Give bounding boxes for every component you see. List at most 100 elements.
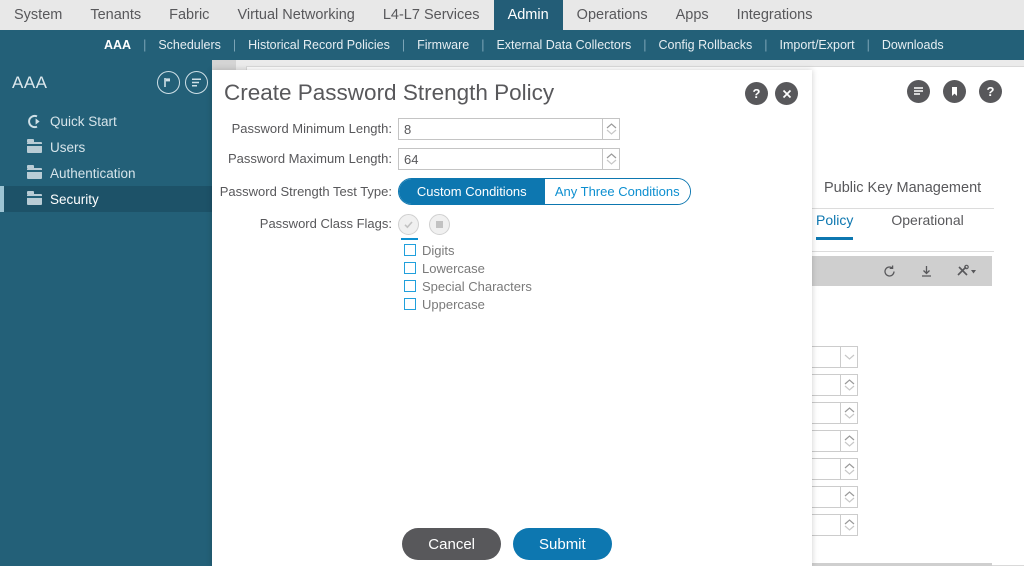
create-password-strength-policy-dialog: Create Password Strength Policy ? Passwo…: [212, 70, 812, 566]
topnav-item-fabric[interactable]: Fabric: [155, 0, 223, 30]
class-flag-row[interactable]: Uppercase: [404, 295, 812, 313]
min-length-input[interactable]: [398, 118, 602, 140]
check-circle-icon[interactable]: [398, 213, 419, 240]
background-spin-buttons[interactable]: [840, 458, 858, 480]
checkbox-label: Digits: [422, 242, 455, 258]
subnav-item-historical-record-policies[interactable]: Historical Record Policies: [248, 38, 390, 52]
sidebar-item-authentication[interactable]: Authentication: [0, 160, 212, 186]
sidebar-item-label: Security: [50, 191, 99, 207]
tools-icon[interactable]: [956, 264, 978, 279]
subnav-separator: |: [866, 38, 870, 52]
refresh-icon[interactable]: [882, 264, 897, 279]
panel-header-icons: ?: [907, 80, 1002, 103]
top-navigation-bar: System Tenants Fabric Virtual Networking L4-…: [0, 0, 1024, 30]
subnav-item-downloads[interactable]: Downloads: [882, 38, 944, 52]
help-icon[interactable]: ?: [745, 82, 768, 105]
topnav-item-virtual-networking[interactable]: Virtual Networking: [223, 0, 368, 30]
max-length-label: Password Maximum Length:: [227, 151, 392, 166]
class-flag-row[interactable]: Special Characters: [404, 277, 812, 295]
tab-policy[interactable]: Policy: [816, 212, 854, 240]
panel-divider-top: [794, 208, 994, 209]
background-spin-buttons[interactable]: [840, 486, 858, 508]
subnav-item-firmware[interactable]: Firmware: [417, 38, 469, 52]
test-type-segmented-control: Custom Conditions Any Three Conditions: [398, 178, 691, 205]
topnav-item-apps[interactable]: Apps: [662, 0, 723, 30]
background-spin-buttons[interactable]: [840, 514, 858, 536]
subnav-separator: |: [481, 38, 485, 52]
panel-title: Public Key Management: [824, 180, 982, 196]
list-filter-icon[interactable]: [185, 71, 208, 94]
background-spin-buttons[interactable]: [840, 430, 858, 452]
background-spin-buttons[interactable]: [840, 402, 858, 424]
topnav-item-system[interactable]: System: [0, 0, 76, 30]
cancel-button[interactable]: Cancel: [402, 528, 501, 560]
note-icon[interactable]: [907, 80, 930, 103]
class-flag-row[interactable]: Lowercase: [404, 259, 812, 277]
subnav-item-schedulers[interactable]: Schedulers: [158, 38, 221, 52]
sidebar-item-label: Quick Start: [50, 113, 117, 129]
subnav-item-config-rollbacks[interactable]: Config Rollbacks: [658, 38, 752, 52]
subnav-item-import-export[interactable]: Import/Export: [780, 38, 855, 52]
max-length-stepper: [398, 148, 620, 170]
panel-tabs: Policy Operational: [816, 212, 964, 240]
background-spin-buttons[interactable]: [840, 374, 858, 396]
panel-toolbar: [794, 256, 992, 286]
checkbox-uppercase[interactable]: [404, 298, 416, 310]
class-flags-label: Password Class Flags:: [259, 216, 392, 231]
left-sidebar: AAA Quick Start Users Authentication Securi…: [0, 60, 212, 566]
subnav-separator: |: [764, 38, 768, 52]
max-length-spin-buttons[interactable]: [602, 148, 620, 170]
topnav-item-operations[interactable]: Operations: [563, 0, 662, 30]
subnav-item-external-data-collectors[interactable]: External Data Collectors: [496, 38, 631, 52]
subnav-separator: |: [643, 38, 647, 52]
checkbox-lowercase[interactable]: [404, 262, 416, 274]
panel-divider-bottom: [794, 251, 994, 252]
sidebar-header-icons: [157, 71, 208, 94]
checkbox-label: Special Characters: [422, 278, 532, 294]
sidebar-header: AAA: [0, 60, 212, 106]
topnav-item-admin[interactable]: Admin: [493, 0, 563, 30]
sidebar-item-security[interactable]: Security: [0, 186, 212, 212]
min-length-stepper: [398, 118, 620, 140]
sidebar-menu: Quick Start Users Authentication Security: [0, 108, 212, 212]
dialog-header-icons: ?: [745, 82, 798, 105]
application-window: System Tenants Fabric Virtual Networking L4-…: [0, 0, 1024, 566]
submit-button[interactable]: Submit: [513, 528, 612, 560]
close-icon[interactable]: [775, 82, 798, 105]
dialog-footer: Cancel Submit: [212, 528, 812, 560]
topnav-item-l4-l7-services[interactable]: L4-L7 Services: [369, 0, 494, 30]
checkbox-label: Uppercase: [422, 296, 485, 312]
navigate-icon[interactable]: [157, 71, 180, 94]
folder-icon: [26, 190, 42, 207]
download-icon[interactable]: [919, 264, 934, 279]
checkbox-label: Lowercase: [422, 260, 485, 276]
sidebar-item-quick-start[interactable]: Quick Start: [0, 108, 212, 134]
tab-operational[interactable]: Operational: [891, 212, 963, 240]
min-length-spin-buttons[interactable]: [602, 118, 620, 140]
test-type-option-custom-conditions[interactable]: Custom Conditions: [399, 179, 545, 204]
sub-navigation-bar: AAA | Schedulers | Historical Record Policie…: [0, 30, 1024, 60]
subnav-separator: |: [401, 38, 406, 52]
sidebar-item-users[interactable]: Users: [0, 134, 212, 160]
topnav-item-integrations[interactable]: Integrations: [723, 0, 827, 30]
dialog-title: Create Password Strength Policy: [224, 80, 555, 105]
max-length-input[interactable]: [398, 148, 602, 170]
bookmark-icon[interactable]: [943, 80, 966, 103]
subnav-separator: |: [143, 38, 147, 52]
class-flags-row: Password Class Flags:: [212, 213, 812, 240]
folder-icon: [26, 164, 42, 181]
min-length-label: Password Minimum Length:: [231, 121, 392, 136]
class-flags-buttons: [398, 213, 450, 240]
help-icon[interactable]: ?: [979, 80, 1002, 103]
topnav-item-tenants[interactable]: Tenants: [76, 0, 155, 30]
checkbox-special-characters[interactable]: [404, 280, 416, 292]
background-spin-buttons[interactable]: [840, 346, 858, 368]
test-type-label: Password Strength Test Type:: [219, 184, 392, 199]
square-circle-icon[interactable]: [429, 213, 450, 235]
subnav-separator: |: [232, 38, 237, 52]
subnav-item-aaa[interactable]: AAA: [104, 38, 131, 52]
class-flag-row[interactable]: Digits: [404, 241, 812, 259]
test-type-option-any-three-conditions[interactable]: Any Three Conditions: [544, 179, 690, 204]
checkbox-digits[interactable]: [404, 244, 416, 256]
quick-start-icon: [26, 113, 42, 129]
